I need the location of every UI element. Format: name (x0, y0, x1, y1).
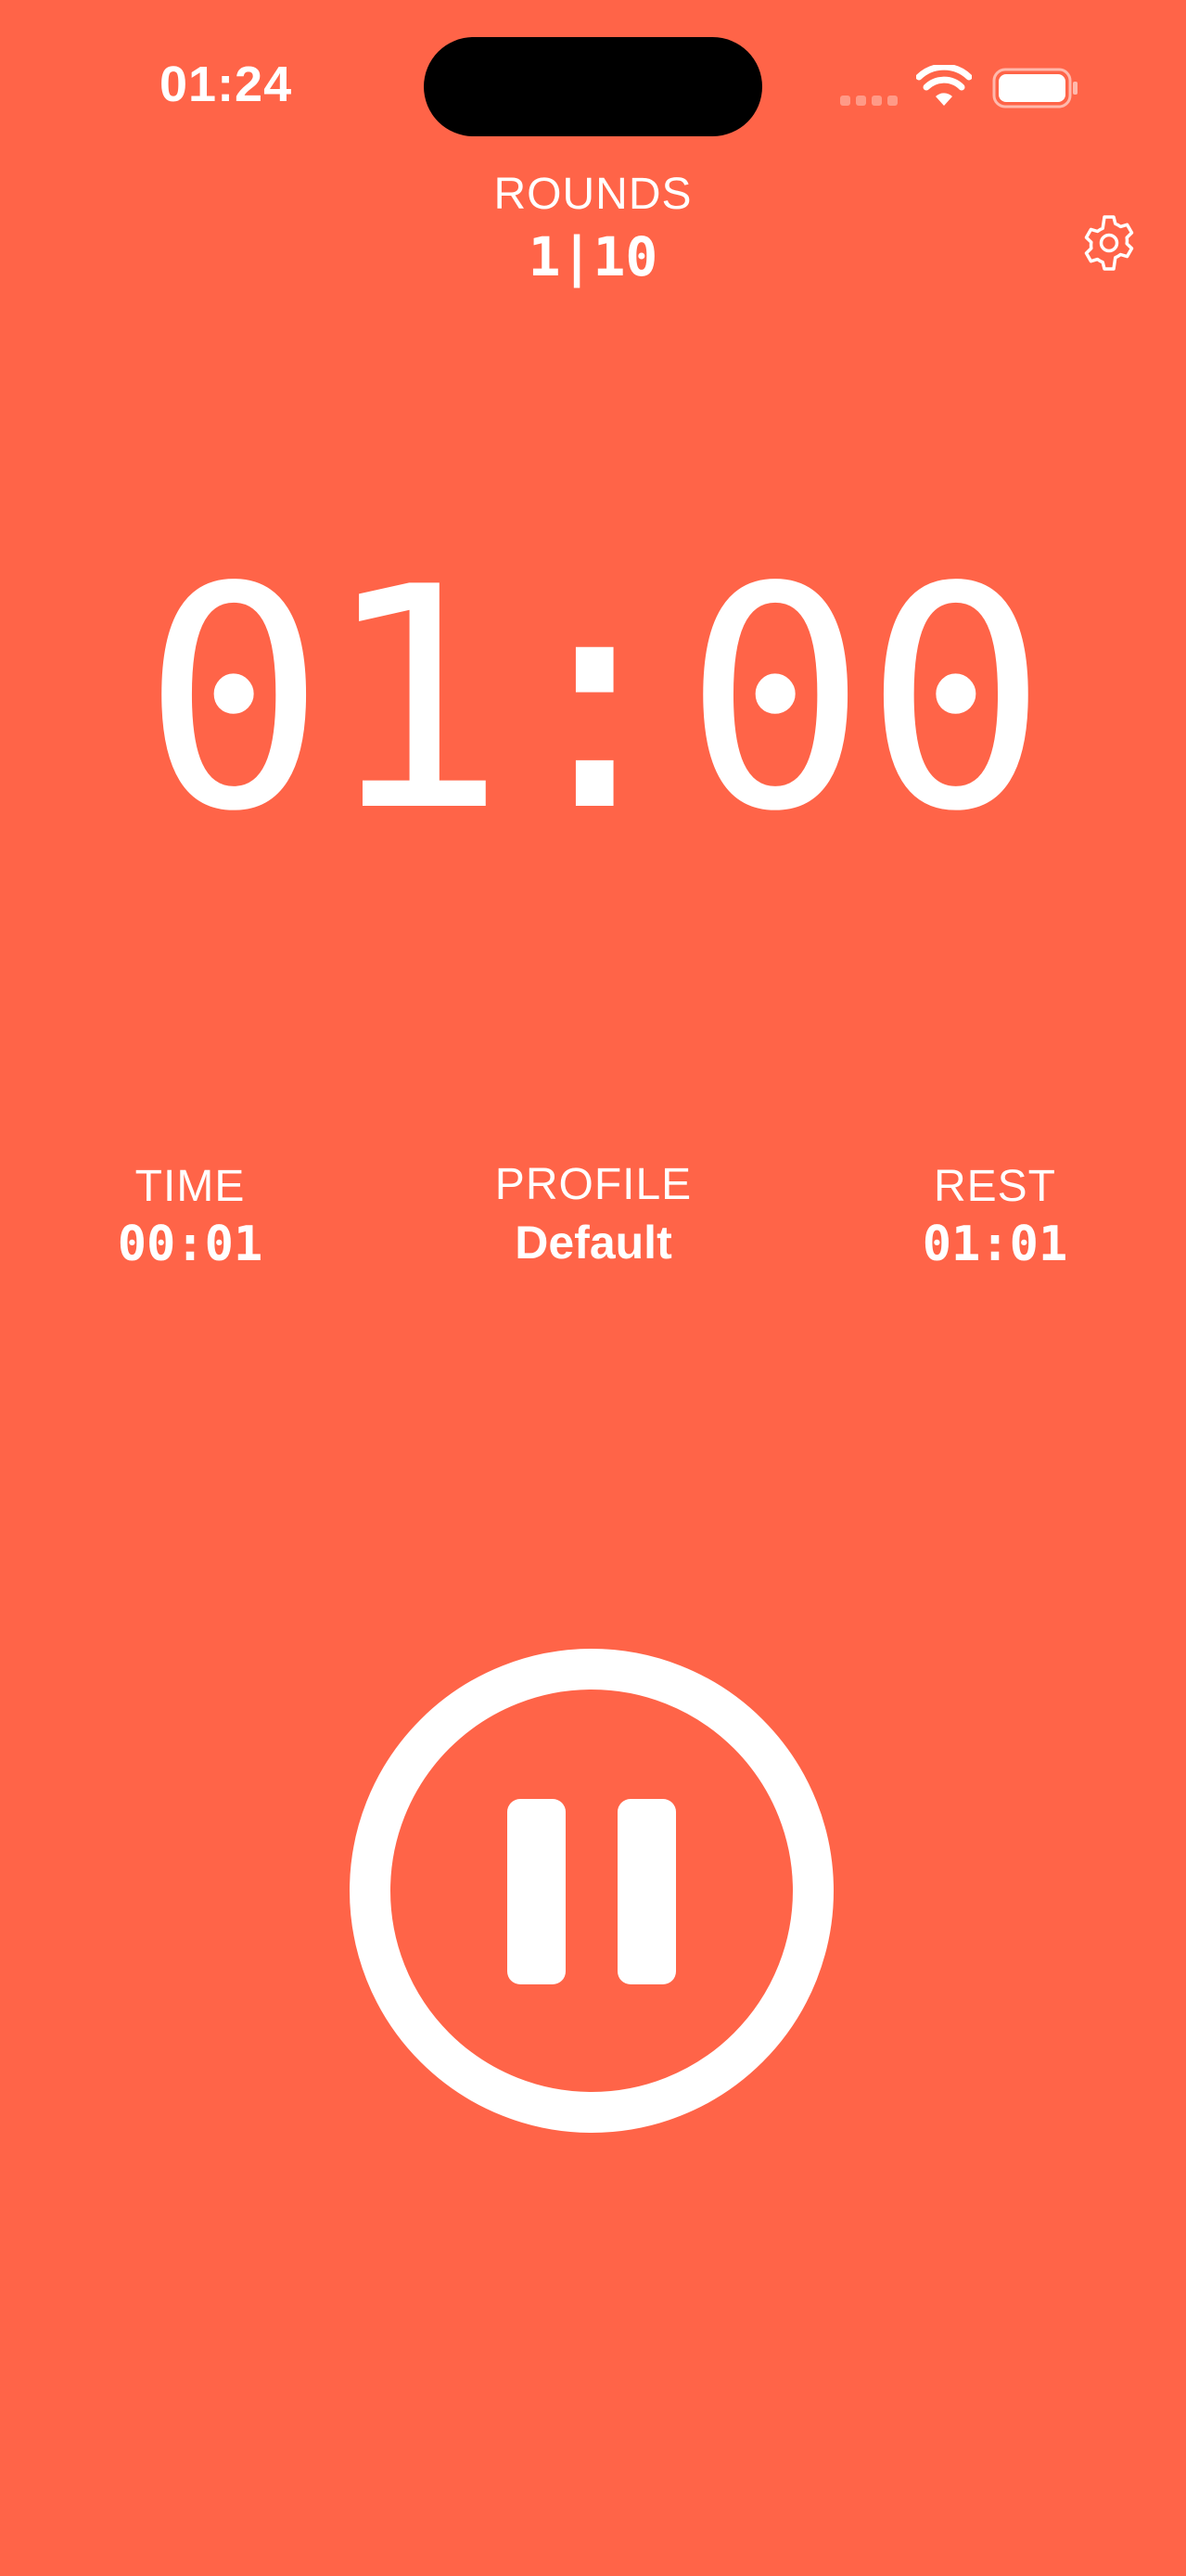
main-timer: 01:00 (141, 522, 1048, 878)
rest-stat: REST 01:01 (847, 1161, 1143, 1274)
profile-stat[interactable]: PROFILE Default (445, 1159, 742, 1272)
rest-value: 01:01 (922, 1217, 1068, 1272)
signal-icon (840, 93, 899, 106)
status-time: 01:24 (159, 57, 293, 112)
time-stat: TIME 00:01 (42, 1161, 338, 1274)
profile-label: PROFILE (494, 1160, 693, 1209)
profile-value: Default (515, 1217, 672, 1269)
gear-icon[interactable] (1079, 213, 1139, 273)
dynamic-island (424, 37, 762, 136)
time-value: 00:01 (117, 1217, 263, 1272)
rounds-value: 1|10 (528, 225, 658, 288)
rounds-counter: ROUNDS 1|10 (0, 169, 1186, 289)
pause-icon (507, 1799, 676, 1984)
rounds-label: ROUNDS (493, 170, 693, 219)
battery-icon (992, 68, 1078, 108)
time-label: TIME (134, 1162, 246, 1211)
rest-label: REST (933, 1162, 1056, 1211)
pause-button[interactable] (350, 1649, 834, 2133)
wifi-icon (916, 65, 972, 106)
